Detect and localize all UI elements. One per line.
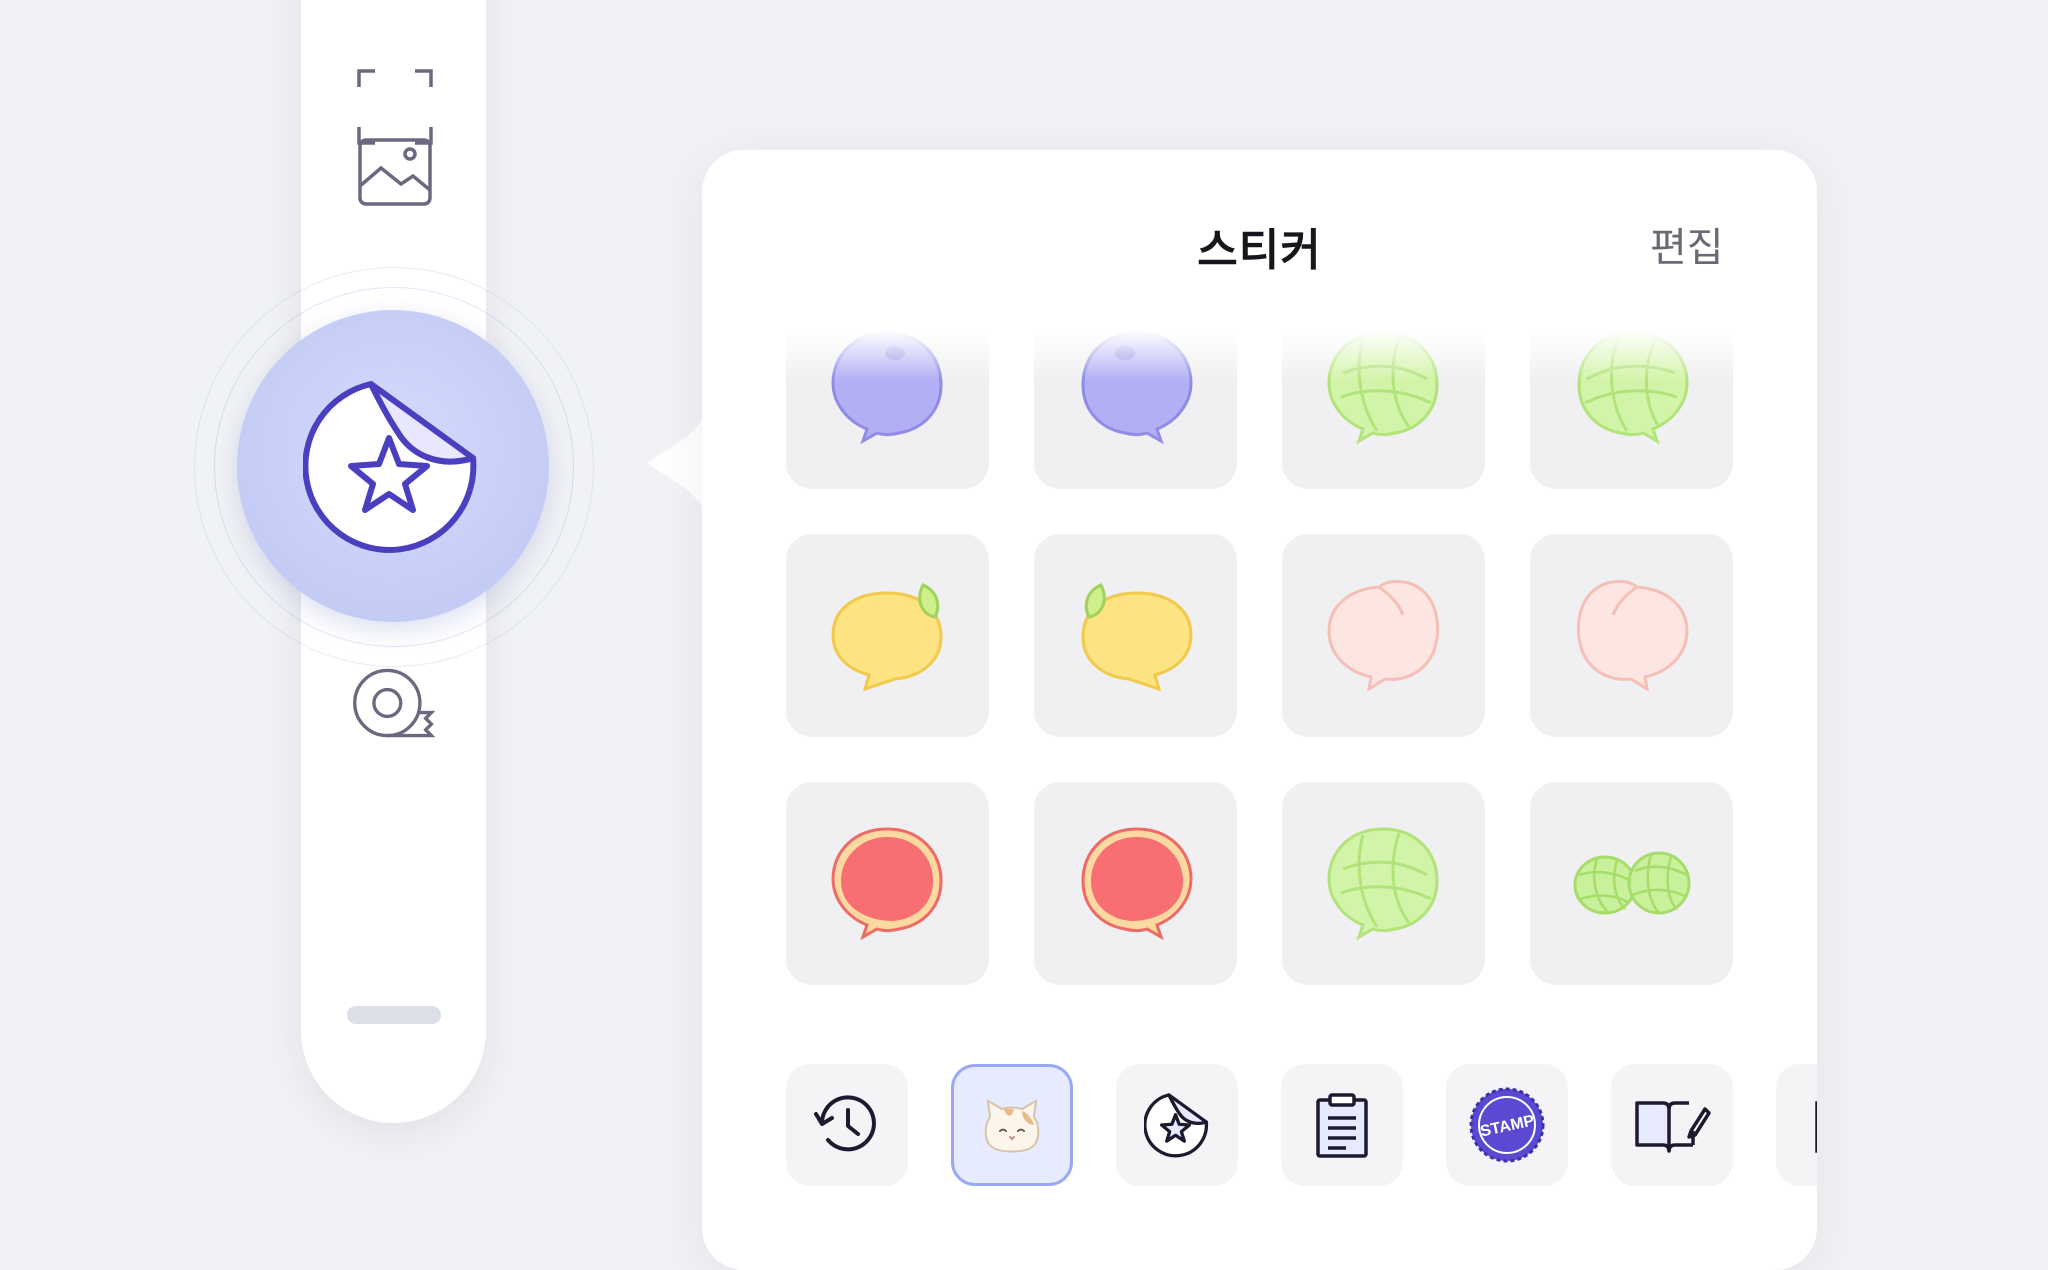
sticker-blueberry-1[interactable] <box>786 331 989 489</box>
double-melon-sticker <box>1573 851 1690 914</box>
sticker-double-melon[interactable] <box>1530 782 1733 985</box>
melon-speech-bubble-sticker <box>1326 826 1439 940</box>
melon-speech-bubble-sticker <box>1326 331 1439 444</box>
lemon-speech-bubble-sticker <box>1080 582 1193 691</box>
blueberry-speech-bubble-sticker <box>830 331 943 444</box>
category-diary[interactable] <box>1611 1064 1733 1186</box>
sticker-star-icon <box>303 381 477 553</box>
category-sticker[interactable] <box>1116 1064 1238 1186</box>
lemon-speech-bubble-sticker <box>830 582 943 691</box>
sticker-melon-2[interactable] <box>1530 331 1733 489</box>
masking-tape-icon <box>353 668 436 738</box>
sticker-grid <box>786 331 1733 985</box>
grapefruit-speech-bubble-sticker <box>1080 826 1193 940</box>
sticker-grapefruit-2[interactable] <box>1034 782 1237 985</box>
toolbar-drag-handle[interactable] <box>347 1006 441 1024</box>
category-cat[interactable] <box>951 1064 1073 1186</box>
sticker-grid-viewport <box>786 331 1734 1011</box>
sticker-lemon-2[interactable] <box>1034 534 1237 737</box>
book-icon <box>1815 1101 1817 1153</box>
image-icon <box>358 138 432 206</box>
image-tool-button[interactable] <box>349 126 441 218</box>
stamp-badge-icon: STAMP <box>1469 1087 1545 1163</box>
category-stamp[interactable]: STAMP <box>1446 1064 1568 1186</box>
sticker-tool-button[interactable] <box>237 310 549 622</box>
peach-speech-bubble-sticker <box>1326 579 1439 692</box>
recent-history-icon <box>814 1095 876 1152</box>
sticker-category-bar: STAMP <box>786 1064 1817 1188</box>
clipboard-icon <box>1316 1093 1368 1158</box>
sticker-star-icon <box>1144 1093 1209 1158</box>
category-book[interactable] <box>1776 1064 1817 1186</box>
sticker-melon-3[interactable] <box>1282 782 1485 985</box>
blueberry-speech-bubble-sticker <box>1080 331 1193 444</box>
category-recent[interactable] <box>786 1064 908 1186</box>
category-memo[interactable] <box>1281 1064 1403 1186</box>
sticker-peach-2[interactable] <box>1530 534 1733 737</box>
sticker-blueberry-2[interactable] <box>1034 331 1237 489</box>
sticker-grapefruit-1[interactable] <box>786 782 989 985</box>
cat-face-icon <box>984 1099 1040 1153</box>
edit-button[interactable]: 편집 <box>1650 215 1724 273</box>
peach-speech-bubble-sticker <box>1576 579 1689 692</box>
tape-tool-button[interactable] <box>349 657 441 749</box>
sticker-melon-1[interactable] <box>1282 331 1485 489</box>
grapefruit-speech-bubble-sticker <box>830 826 943 940</box>
sticker-lemon-1[interactable] <box>786 534 989 737</box>
book-edit-icon <box>1635 1101 1711 1153</box>
sticker-peach-1[interactable] <box>1282 534 1485 737</box>
melon-speech-bubble-sticker <box>1576 331 1689 444</box>
